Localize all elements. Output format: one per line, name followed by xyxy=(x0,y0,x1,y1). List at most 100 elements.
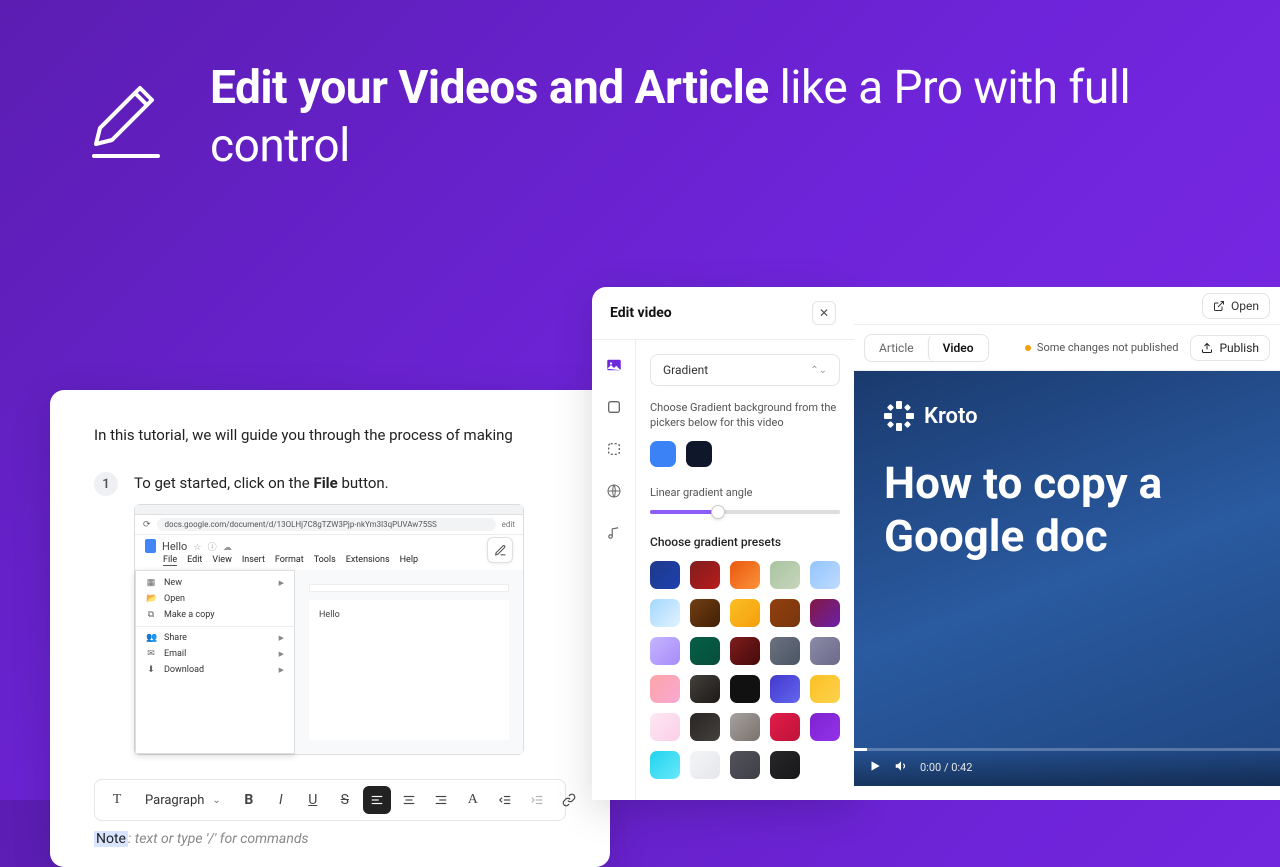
slider-fill xyxy=(650,510,718,514)
gradient-color-2[interactable] xyxy=(686,441,712,467)
paragraph-dropdown[interactable]: Paragraph ⌄ xyxy=(135,789,231,812)
gdocs-canvas: Hello xyxy=(295,570,523,754)
gradient-preset-5[interactable] xyxy=(650,599,680,627)
step-number-badge: 1 xyxy=(94,472,118,496)
gradient-preset-12[interactable] xyxy=(730,637,760,665)
gdocs-dropdown-copy[interactable]: ⧉Make a copy xyxy=(136,607,294,623)
brand-logo-icon xyxy=(884,401,914,431)
volume-button[interactable] xyxy=(894,759,908,776)
gradient-preset-19[interactable] xyxy=(810,675,840,703)
gdocs-menu-help[interactable]: Help xyxy=(400,555,418,566)
italic-button[interactable]: I xyxy=(267,786,295,814)
indent-increase-button[interactable] xyxy=(523,786,551,814)
angle-slider[interactable] xyxy=(650,510,840,514)
hero-headline-bold: Edit your Videos and Article xyxy=(210,61,769,115)
chevron-down-icon: ⌄ xyxy=(212,795,220,806)
gradient-preset-22[interactable] xyxy=(730,713,760,741)
underline-button[interactable]: U xyxy=(299,786,327,814)
gdocs-dropdown-share[interactable]: 👥Share▶ xyxy=(136,630,294,646)
align-right-button[interactable] xyxy=(427,786,455,814)
gradient-preset-11[interactable] xyxy=(690,637,720,665)
gradient-preset-6[interactable] xyxy=(690,599,720,627)
gdocs-page: Hello xyxy=(309,600,509,740)
note-label: Note xyxy=(94,831,128,847)
angle-label: Linear gradient angle xyxy=(650,485,840,500)
presets-label: Choose gradient presets xyxy=(650,534,840,551)
text-color-button[interactable]: A xyxy=(459,786,487,814)
edit-screenshot-button[interactable] xyxy=(487,537,513,563)
align-left-button[interactable] xyxy=(363,786,391,814)
gdocs-menu-tools[interactable]: Tools xyxy=(314,555,336,566)
crop-tab-icon[interactable] xyxy=(603,438,625,460)
gdocs-dropdown-new[interactable]: ▦New▶ xyxy=(136,575,294,591)
strikethrough-button[interactable]: S xyxy=(331,786,359,814)
link-button[interactable] xyxy=(555,786,583,814)
gradient-preset-25[interactable] xyxy=(650,751,680,779)
gdocs-dropdown-email[interactable]: ✉Email▶ xyxy=(136,646,294,662)
gdocs-menu-insert[interactable]: Insert xyxy=(242,555,265,566)
hero-headline: Edit your Videos and Article like a Pro … xyxy=(210,60,1200,175)
play-button[interactable] xyxy=(868,759,882,776)
gradient-preset-16[interactable] xyxy=(690,675,720,703)
background-type-select[interactable]: Gradient ⌃⌄ xyxy=(650,354,840,386)
music-tab-icon[interactable] xyxy=(603,522,625,544)
background-tab-icon[interactable] xyxy=(603,354,625,376)
gradient-preset-20[interactable] xyxy=(650,713,680,741)
video-preview: Kroto How to copy a Google doc 0:00 / 0:… xyxy=(854,371,1280,786)
frame-tab-icon[interactable] xyxy=(603,396,625,418)
browser-url-bar: ⟳ docs.google.com/document/d/13OLHj7C8gT… xyxy=(135,515,523,535)
bold-button[interactable]: B xyxy=(235,786,263,814)
gdocs-title-actions: ☆ ⓘ ☁ xyxy=(193,540,234,553)
gradient-preset-24[interactable] xyxy=(810,713,840,741)
gradient-preset-23[interactable] xyxy=(770,713,800,741)
gradient-preset-28[interactable] xyxy=(770,751,800,779)
align-center-button[interactable] xyxy=(395,786,423,814)
editor-placeholder[interactable]: Note: text or type '/' for commands xyxy=(94,831,566,847)
edit-video-title: Edit video xyxy=(610,305,672,321)
text-tool-icon[interactable]: T xyxy=(103,786,131,814)
tab-video[interactable]: Video xyxy=(928,335,988,361)
article-video-tabs: Article Video xyxy=(864,334,989,362)
gdocs-menu-extensions[interactable]: Extensions xyxy=(346,555,390,566)
gradient-preset-3[interactable] xyxy=(770,561,800,589)
indent-decrease-button[interactable] xyxy=(491,786,519,814)
gradient-preset-0[interactable] xyxy=(650,561,680,589)
gradient-preset-27[interactable] xyxy=(730,751,760,779)
publish-button[interactable]: Publish xyxy=(1190,335,1270,361)
edit-video-panel: Edit video ✕ Gradient ⌃⌄ xyxy=(592,287,854,800)
slider-thumb[interactable] xyxy=(711,505,725,519)
gradient-preset-15[interactable] xyxy=(650,675,680,703)
gdocs-dropdown-open[interactable]: 📂Open xyxy=(136,591,294,607)
close-button[interactable]: ✕ xyxy=(812,301,836,325)
gdocs-menu-format[interactable]: Format xyxy=(275,555,304,566)
gradient-preset-21[interactable] xyxy=(690,713,720,741)
globe-tab-icon[interactable] xyxy=(603,480,625,502)
gdocs-menu-file[interactable]: File xyxy=(163,555,177,566)
gradient-preset-17[interactable] xyxy=(730,675,760,703)
open-button[interactable]: Open xyxy=(1202,293,1270,319)
gradient-preset-8[interactable] xyxy=(770,599,800,627)
gdocs-menu-edit[interactable]: Edit xyxy=(187,555,202,566)
gradient-color-1[interactable] xyxy=(650,441,676,467)
select-chevron-icon: ⌃⌄ xyxy=(810,365,827,376)
gradient-preset-18[interactable] xyxy=(770,675,800,703)
gdocs-menu-view[interactable]: View xyxy=(212,555,231,566)
gradient-color-pickers xyxy=(650,441,840,467)
brand-row: Kroto xyxy=(884,401,1250,431)
gradient-preset-14[interactable] xyxy=(810,637,840,665)
gradient-preset-2[interactable] xyxy=(730,561,760,589)
reload-icon: ⟳ xyxy=(143,520,151,530)
gradient-preset-13[interactable] xyxy=(770,637,800,665)
tab-article[interactable]: Article xyxy=(865,335,928,361)
tutorial-app-region: Open Article Video Some changes not publ… xyxy=(854,287,1280,800)
gradient-preset-9[interactable] xyxy=(810,599,840,627)
gradient-preset-10[interactable] xyxy=(650,637,680,665)
gdocs-dropdown-download[interactable]: ⬇Download▶ xyxy=(136,662,294,678)
progress-track[interactable] xyxy=(854,748,1280,751)
gradient-preset-26[interactable] xyxy=(690,751,720,779)
browser-tabs xyxy=(135,505,523,515)
gradient-preset-4[interactable] xyxy=(810,561,840,589)
gradient-preset-1[interactable] xyxy=(690,561,720,589)
brand-name: Kroto xyxy=(924,404,978,429)
gradient-preset-7[interactable] xyxy=(730,599,760,627)
